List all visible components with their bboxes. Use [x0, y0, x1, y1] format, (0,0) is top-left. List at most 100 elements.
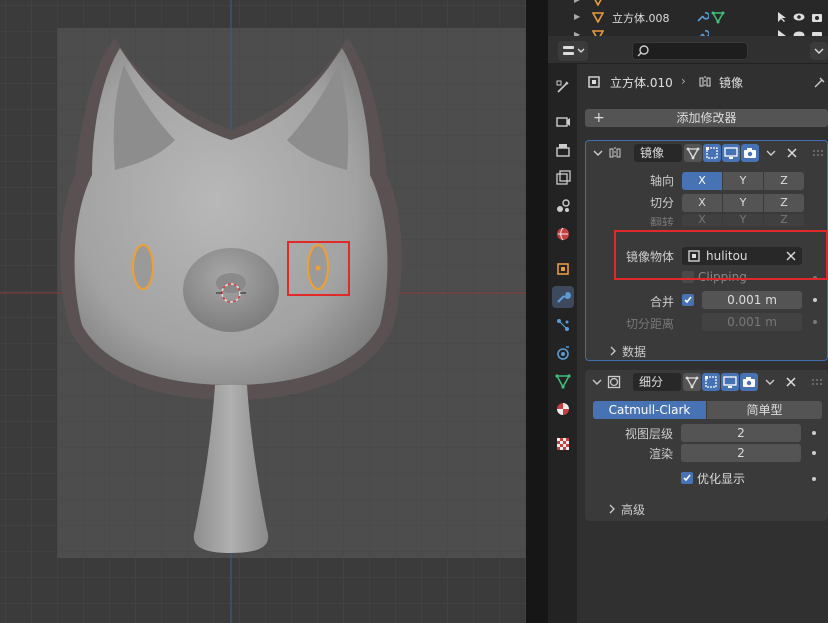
- tool-icon: [556, 80, 569, 93]
- bisect-label: 切分: [649, 196, 674, 210]
- render-toggle[interactable]: [741, 144, 759, 162]
- scene-icon: [557, 199, 570, 212]
- tab-physics[interactable]: [552, 342, 574, 364]
- merge-distance-field[interactable]: 0.001 m: [702, 291, 802, 309]
- chevron-down-icon[interactable]: [592, 147, 604, 159]
- tab-tool[interactable]: [552, 76, 574, 98]
- render-toggle[interactable]: [740, 373, 758, 391]
- chevron-down-icon: [814, 48, 824, 54]
- axis-z-button[interactable]: Z: [764, 172, 804, 190]
- texture-icon: [557, 438, 569, 450]
- camera-icon[interactable]: [811, 11, 823, 23]
- advanced-subpanel-label[interactable]: 高级: [621, 501, 645, 518]
- keyframe-dot[interactable]: [812, 451, 816, 455]
- merge-label: 合并: [649, 295, 674, 309]
- keyframe-dot[interactable]: [813, 298, 817, 302]
- vertex-icon: [685, 376, 699, 389]
- tab-render[interactable]: [552, 110, 574, 132]
- pin-icon[interactable]: [813, 75, 827, 89]
- select-arrow-icon[interactable]: [776, 11, 788, 23]
- flip-x-button[interactable]: X: [682, 214, 722, 226]
- left-eye[interactable]: [132, 244, 154, 290]
- select-arrow-icon[interactable]: [776, 29, 788, 36]
- outliner[interactable]: ▶ ▶ 立方体.008 ▶: [548, 0, 828, 36]
- modifier-name-field[interactable]: 细分: [633, 373, 681, 391]
- object-data-icon: [555, 374, 571, 389]
- render-levels-field[interactable]: 2: [681, 444, 801, 462]
- tab-world[interactable]: [552, 223, 574, 245]
- chevron-right-icon[interactable]: [607, 504, 617, 514]
- viewport-levels-label: 视图层级: [624, 427, 673, 441]
- tab-view-layer[interactable]: [552, 167, 574, 189]
- data-subpanel-label[interactable]: 数据: [622, 343, 646, 360]
- keyframe-dot[interactable]: [812, 431, 816, 435]
- axis-x-button[interactable]: X: [682, 172, 722, 190]
- simple-button[interactable]: 简单型: [707, 401, 822, 419]
- merge-checkbox[interactable]: [682, 294, 694, 306]
- viewport-canvas[interactable]: [0, 0, 526, 623]
- chevron-down-icon[interactable]: [764, 146, 778, 160]
- editor-type-menu[interactable]: [558, 41, 588, 61]
- chevron-down-icon[interactable]: [763, 375, 777, 389]
- viewport-levels-field[interactable]: 2: [681, 424, 801, 442]
- wrench-icon[interactable]: [695, 10, 709, 24]
- chevron-right-icon[interactable]: [608, 346, 618, 356]
- outliner-row[interactable]: ▶: [548, 27, 828, 36]
- keyframe-dot[interactable]: [812, 477, 816, 481]
- properties-content: 立方体.010 › 镜像 + 添加修改器 镜像 轴向 X Y Z 切分 X Y …: [577, 64, 828, 623]
- object-icon: [592, 12, 604, 23]
- tab-texture[interactable]: [552, 433, 574, 455]
- bisect-distance-field[interactable]: 0.001 m: [702, 313, 802, 331]
- tab-object[interactable]: [552, 258, 574, 280]
- bisect-z-button[interactable]: Z: [764, 194, 804, 212]
- keyframe-dot[interactable]: [813, 320, 817, 324]
- catmull-clark-button[interactable]: Catmull-Clark: [593, 401, 706, 419]
- wrench-icon[interactable]: [695, 28, 709, 36]
- bisect-y-button[interactable]: Y: [723, 194, 763, 212]
- 3d-viewport[interactable]: [0, 0, 526, 623]
- expand-arrow-icon[interactable]: ▶: [574, 0, 580, 4]
- area-divider[interactable]: [526, 0, 548, 623]
- chevron-down-icon[interactable]: [591, 376, 603, 388]
- outliner-row[interactable]: ▶ 立方体.008: [548, 9, 828, 27]
- edit-cage-toggle[interactable]: [684, 144, 702, 162]
- camera-icon[interactable]: [811, 29, 823, 36]
- tab-material[interactable]: [552, 398, 574, 420]
- edit-mode-toggle[interactable]: [703, 144, 721, 162]
- close-icon[interactable]: [785, 146, 799, 160]
- properties-header: [548, 36, 828, 64]
- axis-y-button[interactable]: Y: [723, 172, 763, 190]
- eye-icon[interactable]: [793, 11, 805, 23]
- expand-arrow-icon[interactable]: ▶: [574, 12, 580, 21]
- mirror-modifier-icon: [699, 76, 711, 88]
- drag-handle-icon[interactable]: [811, 378, 825, 388]
- camera-icon: [743, 377, 755, 387]
- tab-modifiers[interactable]: [552, 286, 574, 308]
- options-dropdown[interactable]: [810, 42, 828, 60]
- eye-icon[interactable]: [793, 29, 805, 36]
- highlight-box-mirror-object: [614, 230, 828, 280]
- tab-particles[interactable]: [552, 314, 574, 336]
- tab-constraints[interactable]: [552, 370, 574, 392]
- viewport-toggle[interactable]: [721, 373, 739, 391]
- properties-tabs: [548, 64, 577, 623]
- plus-icon: +: [593, 110, 605, 126]
- drag-handle-icon[interactable]: [812, 149, 826, 159]
- modifier-name-field[interactable]: 镜像: [634, 144, 682, 162]
- bisect-x-button[interactable]: X: [682, 194, 722, 212]
- optimal-display-checkbox[interactable]: [681, 472, 693, 484]
- view-layer-icon: [556, 170, 571, 185]
- flip-y-button[interactable]: Y: [723, 214, 763, 226]
- close-icon[interactable]: [784, 375, 798, 389]
- render-levels-label: 渲染: [648, 447, 673, 461]
- search-input[interactable]: [632, 42, 748, 60]
- edit-mode-toggle[interactable]: [702, 373, 720, 391]
- edit-cage-toggle[interactable]: [683, 373, 701, 391]
- add-modifier-button[interactable]: + 添加修改器: [585, 109, 828, 127]
- mesh-data-icon[interactable]: [711, 10, 725, 24]
- tab-scene[interactable]: [552, 195, 574, 217]
- properties-editor[interactable]: 立方体.010 › 镜像 + 添加修改器 镜像 轴向 X Y Z 切分 X Y …: [548, 36, 828, 623]
- tab-output[interactable]: [552, 139, 574, 161]
- viewport-toggle[interactable]: [722, 144, 740, 162]
- flip-z-button[interactable]: Z: [764, 214, 804, 226]
